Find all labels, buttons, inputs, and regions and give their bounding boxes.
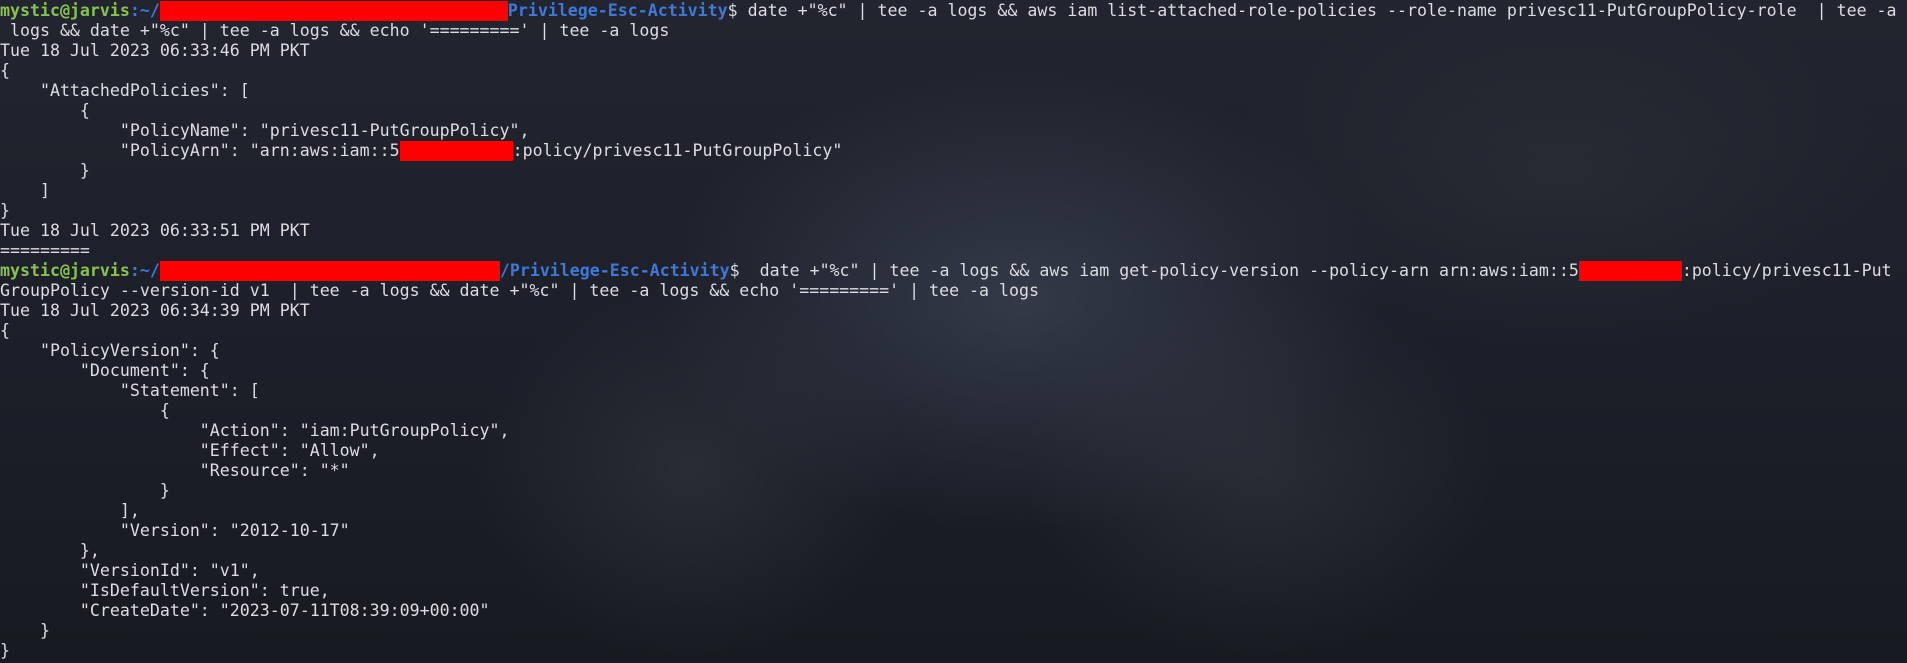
json-line: ] <box>0 181 50 200</box>
redacted-account-id <box>1578 261 1682 281</box>
json-line: "PolicyName": "privesc11-PutGroupPolicy"… <box>0 121 530 140</box>
json-line: { <box>0 61 10 80</box>
command-line-2-cont: GroupPolicy --version-id v1 | tee -a log… <box>0 281 1039 300</box>
json-line: "Document": { <box>0 361 210 380</box>
prompt-symbol: $ <box>727 1 738 20</box>
json-line: "Resource": "*" <box>0 461 350 480</box>
json-line: { <box>0 321 10 340</box>
json-line: }, <box>0 541 100 560</box>
prompt-user-host: mystic@jarvis <box>0 1 130 20</box>
json-line-arn: "PolicyArn": "arn:aws:iam::5 :policy/priv… <box>0 141 1907 161</box>
json-line: } <box>0 161 90 180</box>
json-line: "Effect": "Allow", <box>0 441 380 460</box>
timestamp: Tue 18 Jul 2023 06:34:39 PM PKT <box>0 301 310 320</box>
prompt-path-prefix: :~/ <box>129 1 160 20</box>
timestamp: Tue 18 Jul 2023 06:33:46 PM PKT <box>0 41 310 60</box>
command-line-2: mystic@jarvis:~/ /Privilege-Esc-Activity$… <box>0 261 1907 281</box>
redacted-account-id <box>399 141 513 161</box>
command-text: date +"%c" | tee -a logs && aws iam get-… <box>739 261 1579 280</box>
prompt-path-prefix: :~/ <box>129 261 160 280</box>
arn-suffix: :policy/privesc11-PutGroupPolicy" <box>512 141 843 160</box>
json-line: { <box>0 401 170 420</box>
json-line: } <box>0 481 170 500</box>
redacted-path <box>159 1 508 21</box>
json-line: "AttachedPolicies": [ <box>0 81 250 100</box>
json-line: ], <box>0 501 140 520</box>
command-line-1: mystic@jarvis:~/Privilege-Esc-Activity$ … <box>0 1 1907 21</box>
json-line: "PolicyVersion": { <box>0 341 220 360</box>
redacted-path <box>159 261 500 281</box>
terminal-output[interactable]: mystic@jarvis:~/Privilege-Esc-Activity$ … <box>0 1 1907 663</box>
command-text: :policy/privesc11-Put <box>1681 261 1892 280</box>
json-line: "VersionId": "v1", <box>0 561 260 580</box>
json-line: } <box>0 621 50 640</box>
json-line: "IsDefaultVersion": true, <box>0 581 330 600</box>
arn-prefix: "PolicyArn": "arn:aws:iam::5 <box>0 141 400 160</box>
json-line: "CreateDate": "2023-07-11T08:39:09+00:00… <box>0 601 490 620</box>
prompt-symbol: $ <box>729 261 740 280</box>
json-line: { <box>0 101 90 120</box>
prompt-folder: /Privilege-Esc-Activity <box>499 261 730 280</box>
json-line: "Version": "2012-10-17" <box>0 521 350 540</box>
separator-line: ========= <box>0 241 90 260</box>
timestamp: Tue 18 Jul 2023 06:33:51 PM PKT <box>0 221 310 240</box>
command-line-1-cont: logs && date +"%c" | tee -a logs && echo… <box>0 21 670 40</box>
command-text: date +"%c" | tee -a logs && aws iam list… <box>737 1 1897 20</box>
json-line: } <box>0 201 10 220</box>
json-line: "Statement": [ <box>0 381 260 400</box>
json-line: } <box>0 641 10 660</box>
json-line: "Action": "iam:PutGroupPolicy", <box>0 421 510 440</box>
prompt-user-host: mystic@jarvis <box>0 261 130 280</box>
prompt-folder: Privilege-Esc-Activity <box>507 1 728 20</box>
